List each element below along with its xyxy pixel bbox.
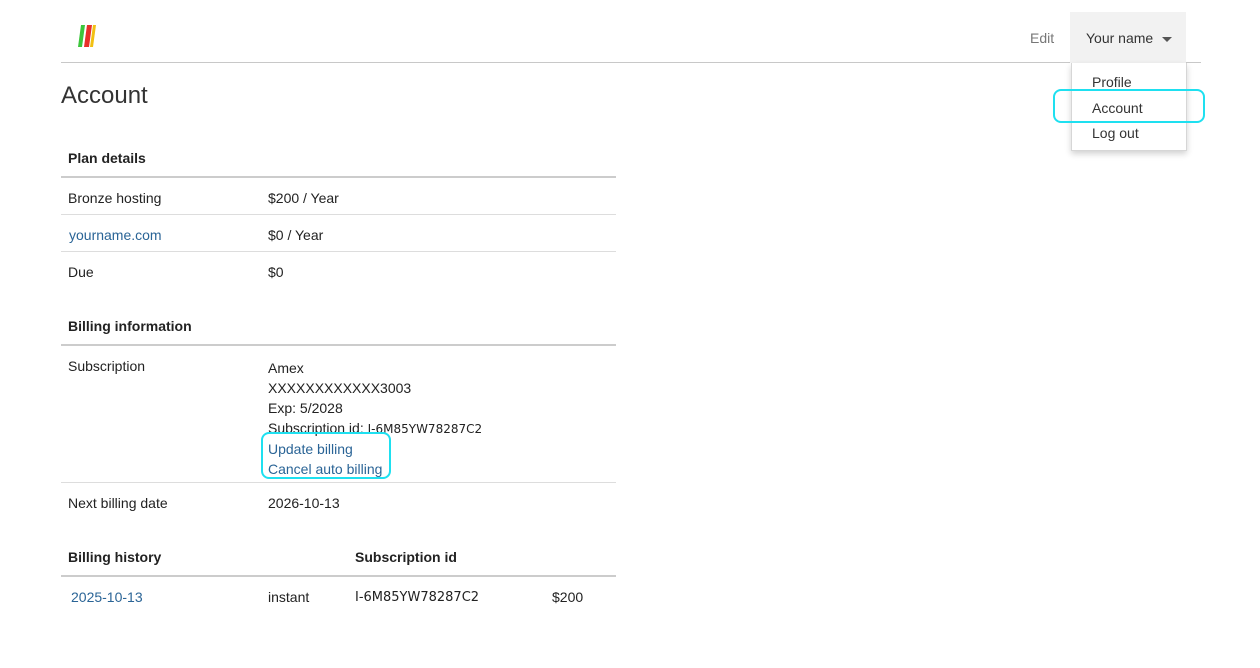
billing-links-highlight — [261, 432, 391, 479]
plan-row-value: $0 / Year — [268, 227, 324, 243]
next-billing-date-value: 2026-10-13 — [268, 495, 340, 511]
history-date-link[interactable]: 2025-10-13 — [71, 589, 143, 605]
plan-row-value: $200 / Year — [268, 190, 339, 206]
account-highlight — [1053, 89, 1205, 123]
history-amount: $200 — [552, 589, 584, 605]
next-billing-date-label: Next billing date — [68, 495, 168, 511]
table-row: Next billing date 2026-10-13 — [61, 482, 616, 519]
caret-down-icon — [1162, 37, 1172, 42]
logo-icon — [78, 25, 96, 47]
user-name-label: Your name — [1086, 30, 1154, 46]
card-type: Amex — [268, 360, 304, 376]
table-row: Due $0 — [61, 251, 616, 288]
dropdown-item-logout[interactable]: Log out — [1092, 125, 1139, 141]
subscription-label: Subscription — [68, 358, 146, 374]
user-menu-toggle[interactable]: Your name — [1070, 12, 1186, 63]
domain-link[interactable]: yourname.com — [69, 227, 162, 243]
subscription-id-column-header: Subscription id — [355, 549, 457, 565]
top-navbar: Edit — [61, 0, 1201, 63]
billing-history-table: Billing history Subscription id 2025-10-… — [61, 549, 616, 617]
table-row: yourname.com $0 / Year — [61, 214, 616, 251]
billing-information-table: Billing information Subscription Amex XX… — [61, 318, 616, 519]
plan-row-label: Due — [68, 264, 94, 280]
plan-details-heading: Plan details — [68, 150, 146, 166]
plan-row-value: $0 — [268, 264, 284, 280]
billing-information-heading: Billing information — [68, 318, 192, 334]
history-type: instant — [268, 589, 310, 605]
card-number: XXXXXXXXXXXX3003 — [268, 380, 412, 396]
dropdown-item-profile[interactable]: Profile — [1092, 74, 1132, 90]
plan-row-label: Bronze hosting — [68, 190, 162, 206]
plan-details-table: Plan details Bronze hosting $200 / Year … — [61, 150, 616, 288]
nav-edit-link[interactable]: Edit — [1030, 30, 1054, 46]
billing-history-heading: Billing history — [68, 549, 162, 565]
page-title: Account — [61, 82, 148, 109]
table-row: 2025-10-13 instant I-6M85YW78287C2 $200 — [61, 575, 616, 617]
card-expiry: Exp: 5/2028 — [268, 400, 343, 416]
history-subscription-id: I-6M85YW78287C2 — [355, 590, 480, 605]
table-row: Bronze hosting $200 / Year — [61, 176, 616, 214]
